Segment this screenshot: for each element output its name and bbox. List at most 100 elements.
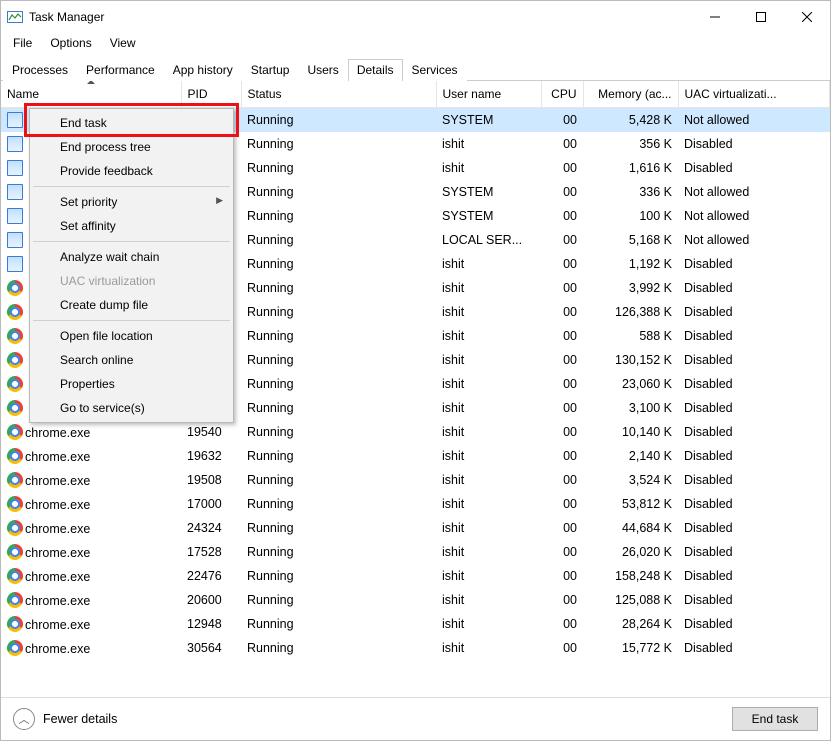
menu-item-search-online[interactable]: Search online [32,348,231,372]
table-row[interactable]: chrome.exe17528Runningishit0026,020 KDis… [1,540,830,564]
cell-status: Running [241,132,436,156]
cell-cpu: 00 [541,180,583,204]
end-task-button[interactable]: End task [732,707,818,731]
menu-file[interactable]: File [5,34,40,52]
cell-pid: 24324 [181,516,241,540]
menu-item-create-dump-file[interactable]: Create dump file [32,293,231,317]
menu-options[interactable]: Options [42,34,99,52]
tab-processes[interactable]: Processes [3,59,77,81]
table-row[interactable]: chrome.exe19540Runningishit0010,140 KDis… [1,420,830,444]
menu-item-set-affinity[interactable]: Set affinity [32,214,231,238]
cell-uac: Disabled [678,132,830,156]
cell-uac: Disabled [678,612,830,636]
menu-item-open-file-location[interactable]: Open file location [32,324,231,348]
cell-status: Running [241,108,436,132]
cell-status: Running [241,420,436,444]
table-row[interactable]: chrome.exe17000Runningishit0053,812 KDis… [1,492,830,516]
cell-uac: Disabled [678,564,830,588]
chrome-icon [7,424,23,440]
cell-uac: Disabled [678,540,830,564]
cell-cpu: 00 [541,492,583,516]
chrome-icon [7,496,23,512]
cell-cpu: 00 [541,228,583,252]
col-header-name[interactable]: Name [1,81,181,108]
tab-startup[interactable]: Startup [242,59,299,81]
table-row[interactable]: chrome.exe24324Runningishit0044,684 KDis… [1,516,830,540]
cell-status: Running [241,300,436,324]
menu-item-properties[interactable]: Properties [32,372,231,396]
menu-item-end-task[interactable]: End task [32,111,231,135]
cell-uac: Not allowed [678,108,830,132]
tab-details[interactable]: Details [348,59,403,81]
cell-memory: 1,616 K [583,156,678,180]
cell-memory: 1,192 K [583,252,678,276]
menubar: FileOptionsView [1,33,830,53]
tab-app-history[interactable]: App history [164,59,242,81]
menu-item-provide-feedback[interactable]: Provide feedback [32,159,231,183]
table-row[interactable]: chrome.exe20600Runningishit00125,088 KDi… [1,588,830,612]
cell-status: Running [241,612,436,636]
col-header-uac[interactable]: UAC virtualizati... [678,81,830,108]
cell-uac: Disabled [678,468,830,492]
cell-uac: Disabled [678,276,830,300]
menu-separator [33,320,230,321]
cell-user: ishit [436,348,541,372]
tab-performance[interactable]: Performance [77,59,164,81]
menu-item-end-process-tree[interactable]: End process tree [32,135,231,159]
cell-memory: 356 K [583,132,678,156]
cell-user: ishit [436,396,541,420]
cell-cpu: 00 [541,204,583,228]
maximize-button[interactable] [738,1,784,33]
cell-cpu: 00 [541,324,583,348]
cell-uac: Disabled [678,492,830,516]
chrome-icon [7,520,23,536]
cell-user: ishit [436,540,541,564]
cell-user: ishit [436,276,541,300]
col-header-memory[interactable]: Memory (ac... [583,81,678,108]
process-name: chrome.exe [25,474,90,488]
cell-memory: 3,992 K [583,276,678,300]
cell-pid: 17528 [181,540,241,564]
menu-view[interactable]: View [102,34,144,52]
cell-pid: 12948 [181,612,241,636]
col-header-cpu[interactable]: CPU [541,81,583,108]
cell-status: Running [241,348,436,372]
cell-pid: 19508 [181,468,241,492]
cell-status: Running [241,396,436,420]
cell-uac: Disabled [678,396,830,420]
cell-cpu: 00 [541,300,583,324]
cell-cpu: 00 [541,564,583,588]
tab-users[interactable]: Users [298,59,347,81]
cell-user: ishit [436,492,541,516]
menu-item-set-priority[interactable]: Set priority [32,190,231,214]
cell-cpu: 00 [541,276,583,300]
cell-cpu: 00 [541,108,583,132]
cell-status: Running [241,540,436,564]
table-row[interactable]: chrome.exe12948Runningishit0028,264 KDis… [1,612,830,636]
table-row[interactable]: chrome.exe30564Runningishit0015,772 KDis… [1,636,830,660]
process-icon [7,232,23,248]
tab-services[interactable]: Services [403,59,467,81]
col-header-user[interactable]: User name [436,81,541,108]
menu-item-go-to-service-s[interactable]: Go to service(s) [32,396,231,420]
col-header-pid[interactable]: PID [181,81,241,108]
cell-status: Running [241,468,436,492]
menu-item-analyze-wait-chain[interactable]: Analyze wait chain [32,245,231,269]
cell-user: LOCAL SER... [436,228,541,252]
chrome-icon [7,616,23,632]
chrome-icon [7,472,23,488]
process-name: chrome.exe [25,426,90,440]
col-header-status[interactable]: Status [241,81,436,108]
table-row[interactable]: chrome.exe22476Runningishit00158,248 KDi… [1,564,830,588]
menu-separator [33,241,230,242]
window-controls [692,1,830,33]
table-row[interactable]: chrome.exe19632Runningishit002,140 KDisa… [1,444,830,468]
table-row[interactable]: chrome.exe19508Runningishit003,524 KDisa… [1,468,830,492]
minimize-button[interactable] [692,1,738,33]
cell-memory: 158,248 K [583,564,678,588]
cell-status: Running [241,324,436,348]
close-button[interactable] [784,1,830,33]
chrome-icon [7,592,23,608]
fewer-details-button[interactable]: ︿ Fewer details [13,708,117,730]
fewer-details-label: Fewer details [43,712,117,726]
